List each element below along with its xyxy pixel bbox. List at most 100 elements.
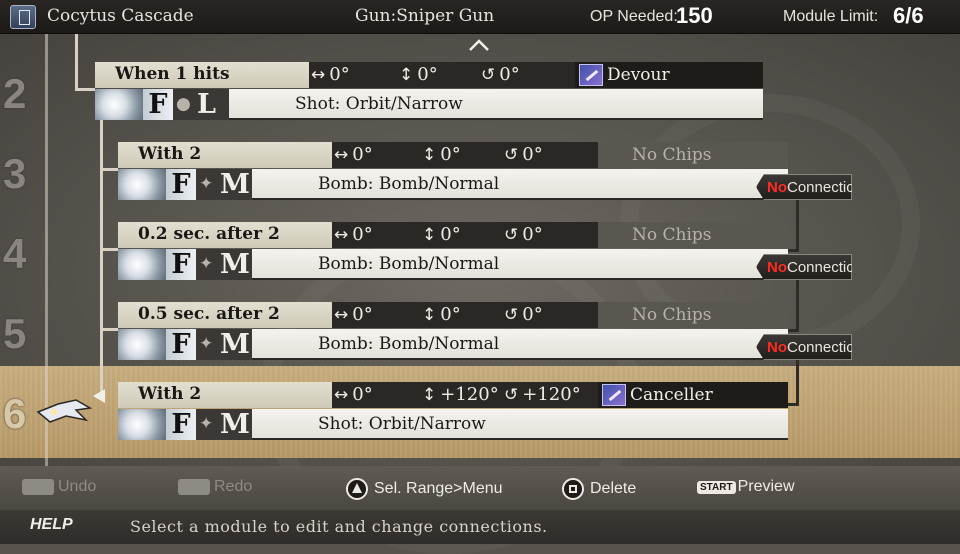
horizontal-angle: 0° xyxy=(352,304,373,325)
delete-button[interactable]: Delete xyxy=(562,478,636,500)
size-star-icon: ✦ xyxy=(199,334,214,354)
module-limit-label: Module Limit: xyxy=(783,8,879,25)
help-tag: HELP xyxy=(30,516,73,533)
angle-panel[interactable]: ↔ 0° ↕ 0° ↺ 0° xyxy=(332,302,598,328)
connection-bracket xyxy=(787,276,799,332)
module-body[interactable]: F ✦ M Bomb: Bomb/Normal xyxy=(118,169,788,200)
gun-type: Gun:Sniper Gun xyxy=(355,6,495,26)
rotation-angle: 0° xyxy=(522,224,543,245)
element-badge: F xyxy=(166,249,196,280)
size-letter: M xyxy=(220,409,250,440)
no-connection-tag: NoConnection xyxy=(756,174,852,200)
l-button-icon xyxy=(22,479,54,495)
rotation-angle: 0° xyxy=(522,304,543,325)
bullet-chip-slot[interactable]: No Chips xyxy=(598,222,788,248)
selection-arrow-icon xyxy=(93,389,105,403)
module-limit-value: 6/6 xyxy=(893,3,924,28)
vertical-angle-icon: ↕ xyxy=(399,64,414,85)
chip-icon xyxy=(602,384,626,406)
help-text: Select a module to edit and change conne… xyxy=(130,517,548,536)
module-thumbnail xyxy=(118,249,166,280)
horizontal-angle-icon: ↔ xyxy=(334,224,349,245)
horizontal-angle: 0° xyxy=(352,384,373,405)
module-body[interactable]: F ✦ M Bomb: Bomb/Normal xyxy=(118,329,788,360)
no-connection-tag: NoConnection xyxy=(756,254,852,280)
preview-button[interactable]: START Preview xyxy=(697,478,795,496)
angle-panel[interactable]: ↔ 0° ↕ +120° ↺ +120° xyxy=(332,382,598,408)
vertical-angle: 0° xyxy=(440,224,461,245)
horizontal-angle-icon: ↔ xyxy=(334,384,349,405)
bullet-chip-slot[interactable]: No Chips xyxy=(598,142,788,168)
module-type: Bomb: Bomb/Normal xyxy=(318,254,500,274)
row-number: 5 xyxy=(3,310,27,357)
module-body[interactable]: F ● L Shot: Orbit/Narrow xyxy=(95,89,763,120)
trigger-label[interactable]: When 1 hits xyxy=(95,62,309,88)
module-type: Shot: Orbit/Narrow xyxy=(295,94,463,114)
bullet-chip-slot[interactable]: Devour xyxy=(575,62,763,88)
rotation-angle: 0° xyxy=(522,144,543,165)
size-star-icon: ✦ xyxy=(199,174,214,194)
bullet-chip-slot[interactable]: Canceller xyxy=(598,382,788,408)
start-button-icon: START xyxy=(697,480,736,494)
module-thumbnail xyxy=(95,89,143,120)
bullet-chip-slot[interactable]: No Chips xyxy=(598,302,788,328)
button-prompt-bar: Undo Redo Sel. Range>Menu Delete START P… xyxy=(0,466,960,510)
no-connection-tag: NoConnection xyxy=(756,334,852,360)
horizontal-angle-icon: ↔ xyxy=(311,64,326,85)
select-range-label: Sel. Range>Menu xyxy=(374,480,503,497)
chip-name: Devour xyxy=(607,65,670,85)
size-star-icon: ✦ xyxy=(199,414,214,434)
module-type: Shot: Orbit/Narrow xyxy=(318,414,486,434)
module-thumbnail xyxy=(118,169,166,200)
chip-name: No Chips xyxy=(632,305,712,325)
horizontal-angle: 0° xyxy=(352,224,373,245)
size-badge: ✦ M xyxy=(196,409,252,440)
module-body[interactable]: F ✦ M Shot: Orbit/Narrow xyxy=(118,409,788,440)
tree-line xyxy=(100,168,118,171)
tree-line xyxy=(75,88,95,91)
module-type: Bomb: Bomb/Normal xyxy=(318,334,500,354)
trigger-label[interactable]: 0.2 sec. after 2 xyxy=(118,222,332,248)
row-number: 2 xyxy=(3,70,27,117)
size-letter: M xyxy=(220,329,250,360)
chip-icon xyxy=(579,64,603,86)
tree-line xyxy=(100,248,118,251)
size-star-icon: ✦ xyxy=(199,254,214,274)
help-bar: HELP Select a module to edit and change … xyxy=(0,510,960,544)
undo-label: Undo xyxy=(58,478,97,495)
angle-panel[interactable]: ↔ 0° ↕ 0° ↺ 0° xyxy=(332,142,598,168)
horizontal-angle: 0° xyxy=(352,144,373,165)
redo-button[interactable]: Redo xyxy=(178,478,252,496)
trigger-label[interactable]: With 2 xyxy=(118,142,332,168)
vertical-angle: 0° xyxy=(440,304,461,325)
rotation-angle-icon: ↺ xyxy=(504,304,519,325)
element-badge: F xyxy=(166,329,196,360)
vertical-angle: 0° xyxy=(417,64,438,85)
vertical-angle-icon: ↕ xyxy=(422,224,437,245)
undo-button[interactable]: Undo xyxy=(22,478,96,496)
trigger-label[interactable]: With 2 xyxy=(118,382,332,408)
module-body[interactable]: F ✦ M Bomb: Bomb/Normal xyxy=(118,249,788,280)
triangle-button-icon xyxy=(346,478,368,500)
vertical-angle-icon: ↕ xyxy=(422,304,437,325)
row-number: 4 xyxy=(3,230,27,277)
op-needed-value: 150 xyxy=(676,3,713,28)
angle-panel[interactable]: ↔ 0° ↕ 0° ↺ 0° xyxy=(332,222,598,248)
rotation-angle: +120° xyxy=(522,384,581,405)
row-number: 6 xyxy=(3,390,27,437)
op-needed-label: OP Needed: xyxy=(590,8,678,25)
element-badge: F xyxy=(166,169,196,200)
connection-bracket xyxy=(787,356,799,406)
scroll-up-arrow-icon[interactable] xyxy=(468,38,490,52)
size-badge: ● L xyxy=(173,89,229,120)
chip-name: No Chips xyxy=(632,225,712,245)
module-thumbnail xyxy=(118,409,166,440)
trigger-label[interactable]: 0.5 sec. after 2 xyxy=(118,302,332,328)
header-bar: Cocytus Cascade Gun:Sniper Gun OP Needed… xyxy=(0,0,960,34)
redo-label: Redo xyxy=(214,478,253,495)
size-letter: L xyxy=(197,89,216,120)
select-range-button[interactable]: Sel. Range>Menu xyxy=(346,478,503,500)
horizontal-angle-icon: ↔ xyxy=(334,304,349,325)
delete-label: Delete xyxy=(590,480,637,497)
angle-panel[interactable]: ↔ 0° ↕ 0° ↺ 0° xyxy=(309,62,575,88)
